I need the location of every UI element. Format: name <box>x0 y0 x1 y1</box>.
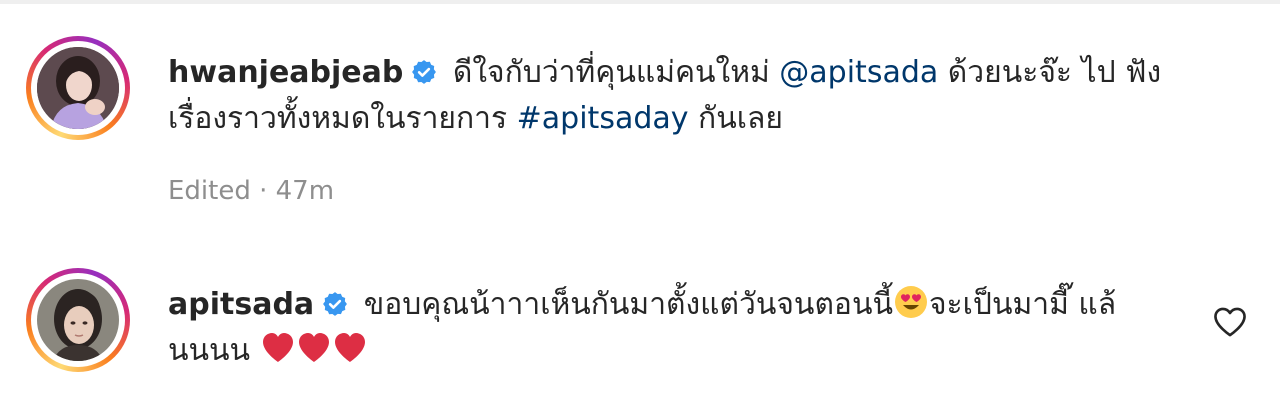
mention-link[interactable]: @apitsada <box>779 55 938 90</box>
verified-badge-icon <box>411 59 437 85</box>
comment-text: กันเลย <box>688 101 783 136</box>
hashtag-link[interactable]: #apitsaday <box>517 101 689 136</box>
avatar-photo <box>37 47 119 129</box>
red-heart-emoji-icon <box>296 330 332 366</box>
story-ring[interactable] <box>26 268 130 372</box>
comment-meta: Edited · 47m <box>168 176 335 206</box>
comment-body: hwanjeabjeab ดีใจกับว่าที่คุนแม่คนใหม่ @… <box>168 50 1198 142</box>
red-heart-emoji-icon <box>332 330 368 366</box>
avatar[interactable] <box>37 279 119 361</box>
comment-text: ขอบคุณน้าาาเห็นกันมาตั้งแต่วันจนตอนนี้ <box>354 287 893 322</box>
comment-text: ดีใจกับว่าที่คุนแม่คนใหม่ <box>443 55 780 90</box>
verified-badge-icon <box>322 291 348 317</box>
heart-eyes-emoji-icon <box>893 284 929 320</box>
story-ring[interactable] <box>26 36 130 140</box>
top-divider <box>0 0 1280 4</box>
avatar-photo <box>37 279 119 361</box>
username-link[interactable]: apitsada <box>168 287 314 322</box>
username-link[interactable]: hwanjeabjeab <box>168 55 403 90</box>
like-heart-icon[interactable] <box>1212 306 1248 338</box>
avatar[interactable] <box>37 47 119 129</box>
red-heart-emoji-icon <box>260 330 296 366</box>
comment-body: apitsada ขอบคุณน้าาาเห็นกันมาตั้งแต่วันจ… <box>168 282 1198 374</box>
